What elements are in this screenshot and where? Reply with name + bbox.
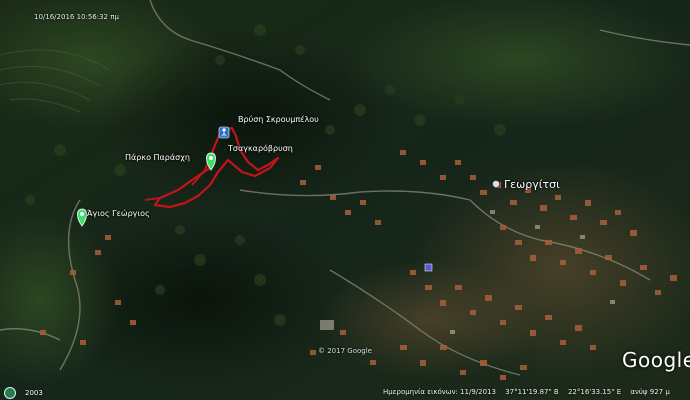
place-label-vrysi[interactable]: Βρύση Σκρουμπέλου <box>238 115 319 124</box>
poi-icon[interactable] <box>424 263 433 272</box>
latitude-readout: 37°11'19.87" Β <box>505 388 559 396</box>
imagery-date: Ημερομηνία εικόνων: 11/9/2013 <box>383 388 496 396</box>
town-marker-icon[interactable] <box>492 180 500 188</box>
place-label-agios[interactable]: Άγιος Γεώργιος <box>87 209 150 218</box>
place-label-tsagkarovrysi[interactable]: Τσαγκαρόβρυση <box>228 144 293 153</box>
historical-year[interactable]: 2003 <box>25 389 43 397</box>
imagery-timestamp: 10/16/2016 10:56:32 πμ <box>34 13 119 21</box>
map-view[interactable]: 10/16/2016 10:56:32 πμ Βρύση Σκρουμπέλου… <box>0 0 690 400</box>
town-label[interactable]: Γεωργίτσι <box>504 178 560 191</box>
status-bar: Ημερομηνία εικόνων: 11/9/2013 37°11'19.8… <box>383 388 677 396</box>
satellite-terrain <box>0 0 690 400</box>
historical-imagery-icon[interactable] <box>4 387 16 399</box>
place-label-parko[interactable]: Πάρκο Παράσχη <box>125 153 190 162</box>
hiker-icon[interactable] <box>218 126 230 139</box>
elevation-readout: ανύψ 927 μ <box>630 388 670 396</box>
copyright-notice: © 2017 Google <box>318 347 372 355</box>
longitude-readout: 22°16'33.15" Ε <box>567 388 622 396</box>
google-logo: Google <box>622 348 690 372</box>
